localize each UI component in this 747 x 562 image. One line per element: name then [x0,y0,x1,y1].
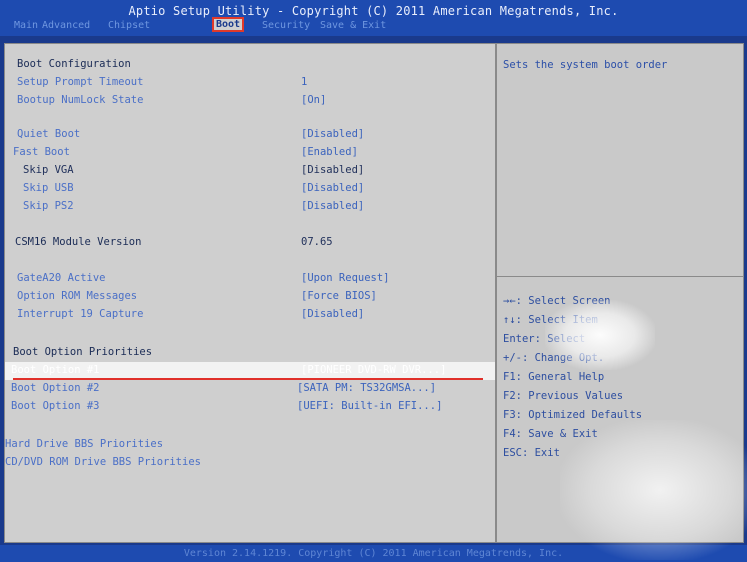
setting-label: Fast Boot [13,146,70,158]
link-label: Hard Drive BBS Priorities [5,438,164,450]
key-hint-change-opt: +/-: Change Opt. [503,352,605,364]
setting-value[interactable]: [Disabled] [301,164,364,176]
setting-value[interactable]: [UEFI: Built-in EFI...] [297,400,442,412]
setting-value[interactable]: [Disabled] [301,128,364,140]
setting-label: Boot Option #3 [11,400,100,412]
setting-label: Interrupt 19 Capture [17,308,144,320]
link-label: CD/DVD ROM Drive BBS Priorities [5,456,201,468]
utility-title: Aptio Setup Utility - Copyright (C) 2011… [128,4,619,18]
setting-label: CSM16 Module Version [15,236,142,248]
section-boot-option-priorities: Boot Option Priorities [5,344,495,362]
help-description: Sets the system boot order [503,59,668,71]
tab-save-exit[interactable]: Save & Exit [320,20,386,31]
key-hint-esc-exit: ESC: Exit [503,447,560,459]
setting-option-rom-messages[interactable]: Option ROM Messages [Force BIOS] [5,288,495,306]
setting-label: Option ROM Messages [17,290,138,302]
setting-value[interactable]: [Disabled] [301,182,364,194]
setting-interrupt-19-capture[interactable]: Interrupt 19 Capture [Disabled] [5,306,495,324]
section-title: Boot Configuration [17,58,131,70]
setting-label: Skip PS2 [23,200,74,212]
setting-fast-boot[interactable]: Fast Boot [Enabled] [5,144,495,162]
section-boot-configuration: Boot Configuration [5,56,495,74]
header-bar: Aptio Setup Utility - Copyright (C) 2011… [0,0,747,36]
setting-label: Skip VGA [23,164,74,176]
setting-value[interactable]: [Force BIOS] [301,290,377,302]
setting-bootup-numlock-state[interactable]: Bootup NumLock State [On] [5,92,495,110]
info-csm16-module-version: CSM16 Module Version 07.65 [5,234,495,252]
setting-boot-option-2[interactable]: Boot Option #2 [SATA PM: TS32GMSA...] [5,380,495,398]
link-hard-drive-bbs-priorities[interactable]: Hard Drive BBS Priorities [5,436,495,454]
setting-value[interactable]: [SATA PM: TS32GMSA...] [297,382,436,394]
setting-label: Boot Option #1 [11,364,100,376]
setting-label: Boot Option #2 [11,382,100,394]
setting-value[interactable]: [Disabled] [301,308,364,320]
tab-boot[interactable]: Boot [212,17,245,32]
help-description-box: Sets the system boot order [497,44,743,277]
bios-setup-screen: Aptio Setup Utility - Copyright (C) 2011… [0,0,747,562]
setting-value[interactable]: [Disabled] [301,200,364,212]
setting-value[interactable]: 1 [301,76,307,88]
tab-advanced[interactable]: Advanced [42,20,90,31]
setting-skip-usb[interactable]: Skip USB [Disabled] [5,180,495,198]
key-hint-select-item: ↑↓: Select Item [503,314,598,326]
setting-boot-option-3[interactable]: Boot Option #3 [UEFI: Built-in EFI...] [5,398,495,416]
key-hint-optimized-defaults: F3: Optimized Defaults [503,409,643,421]
key-hint-previous-values: F2: Previous Values [503,390,624,402]
help-panel: Sets the system boot order →←: Select Sc… [496,43,744,543]
key-hint-select-screen: →←: Select Screen [503,295,611,307]
key-hint-enter-select: Enter: Select [503,333,586,345]
settings-panel: Boot Configuration Setup Prompt Timeout … [4,43,496,543]
key-hint-save-exit: F4: Save & Exit [503,428,598,440]
tab-security[interactable]: Security [262,20,310,31]
link-cd-dvd-bbs-priorities[interactable]: CD/DVD ROM Drive BBS Priorities [5,454,495,472]
setting-label: Setup Prompt Timeout [17,76,144,88]
setting-label: GateA20 Active [17,272,106,284]
setting-label: Quiet Boot [17,128,81,140]
section-title: Boot Option Priorities [13,346,153,358]
setting-value: 07.65 [301,236,333,248]
tab-chipset[interactable]: Chipset [108,20,150,31]
selection-marker-line [13,378,483,380]
key-legend: →←: Select Screen ↑↓: Select Item Enter:… [503,292,642,463]
footer-bar: Version 2.14.1219. Copyright (C) 2011 Am… [0,545,747,562]
setting-value[interactable]: [On] [301,94,326,106]
setting-setup-prompt-timeout[interactable]: Setup Prompt Timeout 1 [5,74,495,92]
setting-quiet-boot[interactable]: Quiet Boot [Disabled] [5,126,495,144]
setting-value[interactable]: [PIONEER DVD-RW DVR...] [301,364,446,376]
setting-gatea20-active[interactable]: GateA20 Active [Upon Request] [5,270,495,288]
tab-main[interactable]: Main [14,20,38,31]
setting-label: Bootup NumLock State [17,94,144,106]
setting-label: Skip USB [23,182,74,194]
setting-skip-vga[interactable]: Skip VGA [Disabled] [5,162,495,180]
setting-value[interactable]: [Enabled] [301,146,358,158]
setting-value[interactable]: [Upon Request] [301,272,390,284]
setting-skip-ps2[interactable]: Skip PS2 [Disabled] [5,198,495,216]
key-hint-general-help: F1: General Help [503,371,605,383]
